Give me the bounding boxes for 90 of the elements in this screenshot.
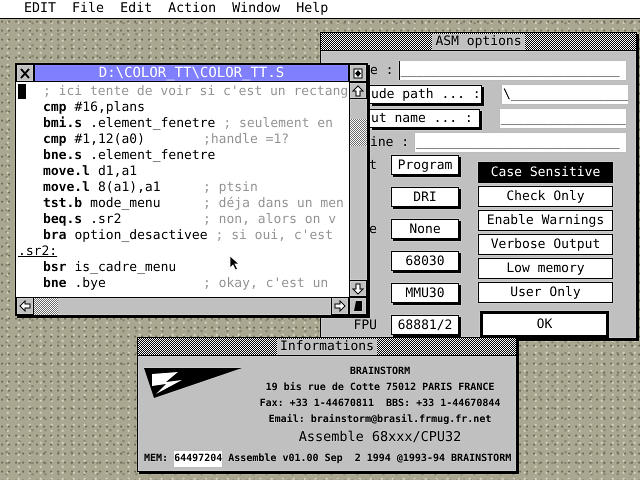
code-comment: ; okay, c'est un bbox=[203, 276, 328, 292]
field-label: ine : bbox=[370, 134, 410, 150]
instruction-operands: .element_fenetre bbox=[90, 148, 216, 164]
menu-item[interactable]: File bbox=[72, 1, 104, 17]
path-button[interactable]: ude path ... : bbox=[370, 84, 482, 104]
instruction-mnemonic: beq.s bbox=[43, 212, 82, 228]
code-comment: ; déja dans un men bbox=[203, 196, 344, 212]
instruction-mnemonic: bne bbox=[43, 276, 66, 292]
scroll-down-button[interactable] bbox=[350, 280, 367, 297]
input-field[interactable]: ____________________________ bbox=[399, 60, 626, 80]
email-text: Email: brainstorm@brasil.frmug.fr.net bbox=[268, 412, 492, 427]
scroll-up-button[interactable] bbox=[350, 82, 367, 99]
menu-item[interactable]: Edit bbox=[120, 1, 152, 17]
toggle-button[interactable]: Low memory bbox=[478, 258, 613, 279]
memory-label: MEM: bbox=[144, 452, 168, 466]
code-label: .sr2: bbox=[18, 244, 58, 260]
instruction-mnemonic: bmi.s bbox=[43, 116, 82, 132]
instruction-operands: #16,plans bbox=[74, 100, 145, 116]
instruction-mnemonic: tst.b bbox=[43, 196, 82, 212]
path-button[interactable]: ut name ... : bbox=[370, 108, 480, 128]
menu-item[interactable]: Action bbox=[168, 1, 216, 17]
menu-item[interactable]: Help bbox=[296, 1, 328, 17]
toggle-button[interactable]: Case Sensitive bbox=[478, 162, 613, 183]
choice-button[interactable]: 68030 bbox=[391, 251, 459, 271]
code-comment: ; non, alors on v bbox=[203, 212, 336, 228]
scroll-thumb[interactable] bbox=[350, 119, 367, 146]
mouse-pointer-icon bbox=[229, 255, 240, 271]
window-title: Informations bbox=[277, 338, 377, 354]
instruction-mnemonic: bsr bbox=[43, 260, 66, 276]
code-comment: ; ptsin bbox=[203, 180, 258, 196]
choice-button[interactable]: DRI bbox=[391, 187, 459, 207]
menu-item[interactable]: EDIT bbox=[24, 1, 56, 17]
up-arrow-icon[interactable] bbox=[352, 84, 364, 96]
toggle-button[interactable]: Enable Warnings bbox=[478, 210, 613, 231]
right-arrow-icon[interactable] bbox=[334, 300, 346, 312]
instruction-mnemonic: move.l bbox=[43, 180, 90, 196]
code-comment: ; si oui, c'est bbox=[216, 228, 333, 244]
instruction-mnemonic: cmp bbox=[43, 100, 66, 116]
fuller-button[interactable] bbox=[349, 64, 367, 82]
down-arrow-icon[interactable] bbox=[352, 282, 364, 294]
toggle-button[interactable]: Verbose Output bbox=[478, 234, 613, 255]
contact-text: Fax: +33 1-44670811 BBS: +33 1-44670844 bbox=[260, 397, 500, 411]
fuller-icon bbox=[353, 68, 363, 78]
scroll-left-button[interactable] bbox=[16, 298, 34, 315]
ok-button[interactable]: OK bbox=[480, 311, 609, 338]
instruction-mnemonic: cmp bbox=[43, 132, 66, 148]
title-bar[interactable]: ASM options bbox=[321, 33, 636, 51]
close-button[interactable] bbox=[16, 64, 34, 82]
option-label: FPU bbox=[352, 318, 378, 332]
instruction-operands: .element_fenetre bbox=[90, 116, 216, 132]
resize-button[interactable] bbox=[349, 297, 367, 315]
memory-value: 64497204 bbox=[174, 451, 222, 467]
window-title: ASM options bbox=[432, 34, 525, 50]
product-name: Assemble 68xxx/CPU32 bbox=[298, 428, 462, 446]
instruction-mnemonic: bra bbox=[43, 228, 66, 244]
input-field[interactable]: __________________________ bbox=[415, 132, 626, 152]
field-label: e : bbox=[370, 62, 394, 78]
company-name: BRAINSTORM bbox=[350, 365, 410, 379]
option-label: e bbox=[368, 222, 378, 236]
toggle-button[interactable]: User Only bbox=[478, 282, 613, 303]
input-field[interactable]: ________________ bbox=[500, 108, 626, 128]
address-text: 19 bis rue de Cotte 75012 PARIS FRANCE bbox=[266, 380, 494, 395]
code-comment: ; ici tente de voir si c'est un rectang bbox=[43, 84, 348, 100]
instruction-operands: is_cadre_menu bbox=[74, 260, 176, 276]
instruction-operands: d1,a1 bbox=[98, 164, 138, 180]
scroll-right-button[interactable] bbox=[331, 298, 349, 315]
instruction-operands: option_desactivee bbox=[74, 228, 208, 244]
instruction-mnemonic: bne.s bbox=[43, 148, 82, 164]
instruction-operands: mode_menu bbox=[90, 196, 161, 212]
choice-button[interactable]: None bbox=[391, 219, 459, 239]
instruction-operands: .sr2 bbox=[90, 212, 122, 228]
instruction-operands: .bye bbox=[74, 276, 106, 292]
option-label: t bbox=[368, 158, 378, 172]
code-comment: ;handle =1? bbox=[203, 132, 290, 148]
input-field[interactable]: \_______________ bbox=[502, 84, 628, 104]
instruction-operands: #1,12(a0) bbox=[74, 132, 145, 148]
choice-button[interactable]: MMU30 bbox=[391, 283, 459, 303]
resize-icon bbox=[353, 300, 363, 312]
scroll-thumb[interactable] bbox=[34, 298, 58, 315]
instruction-operands: 8(a1),a1 bbox=[98, 180, 161, 196]
toggle-button[interactable]: Check Only bbox=[478, 186, 613, 207]
left-arrow-icon[interactable] bbox=[19, 300, 31, 312]
choice-button[interactable]: Program bbox=[391, 155, 459, 175]
choice-button[interactable]: 68881/2 bbox=[391, 315, 459, 335]
menu-item[interactable]: Window bbox=[232, 1, 280, 17]
close-icon bbox=[20, 68, 30, 78]
version-text: Assemble v01.00 Sep 2 1994 @1993-94 BRAINSTORM bbox=[228, 452, 512, 466]
instruction-mnemonic: move.l bbox=[43, 164, 90, 180]
title-bar[interactable]: Informations bbox=[138, 338, 516, 356]
code-comment: ; seulement en bbox=[223, 116, 333, 132]
